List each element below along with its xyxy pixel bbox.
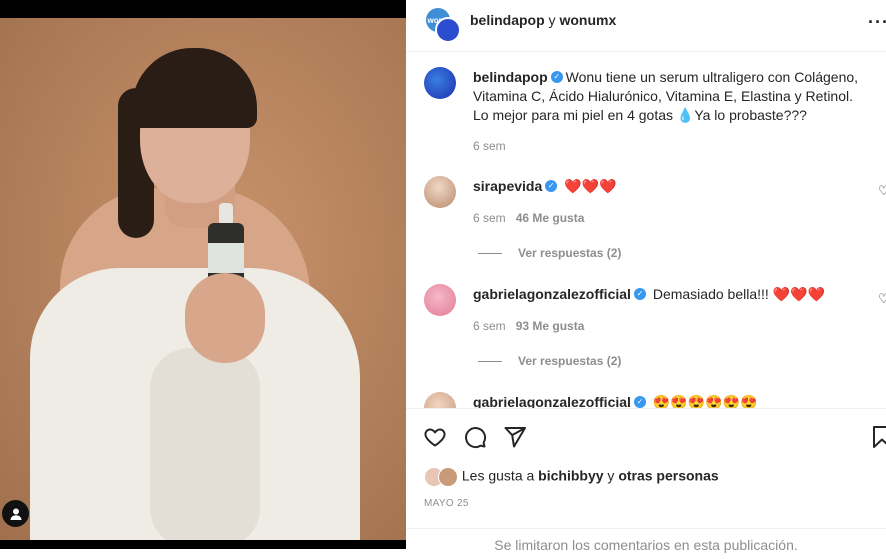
comments-limited-notice: Se limitaron los comentarios en esta pub… (406, 528, 886, 559)
comment-icon[interactable] (463, 425, 487, 449)
post-actions: Les gusta a bichibbyy y otras personas M… (406, 408, 886, 553)
comment-text: ❤️❤️❤️ (564, 178, 617, 194)
more-options-icon[interactable]: ··· (868, 12, 886, 33)
comment-text: Demasiado bella!!! ❤️❤️❤️ (652, 286, 825, 302)
comment-username[interactable]: gabrielagonzalezofficial (473, 394, 631, 408)
share-icon[interactable] (503, 425, 527, 449)
verified-icon: ✓ (550, 71, 563, 84)
like-heart-icon[interactable] (423, 425, 447, 449)
view-replies-button[interactable]: Ver respuestas (2) (478, 354, 621, 368)
comment-username[interactable]: gabrielagonzalezofficial (473, 286, 631, 302)
comment-text: 😍😍😍😍😍😍 (652, 394, 758, 408)
comment-avatar[interactable] (424, 284, 456, 316)
comment-time: 6 sem (473, 319, 506, 333)
header-avatar[interactable]: wonu (424, 6, 461, 43)
liker-avatar (438, 467, 458, 487)
likes-summary: Les gusta a bichibbyy y otras personas (424, 467, 719, 487)
comment-avatar[interactable] (424, 176, 456, 208)
header-connector: y (544, 12, 560, 28)
comment-avatar[interactable] (424, 392, 456, 408)
comment-likes[interactable]: 46 Me gusta (516, 211, 585, 225)
post-header: wonu belindapop y wonumx ··· (406, 0, 886, 52)
user-avatar (435, 17, 461, 43)
other-likers-link[interactable]: otras personas (618, 468, 718, 484)
caption-time: 6 sem (473, 139, 506, 153)
verified-icon: ✓ (633, 396, 646, 408)
like-comment-icon[interactable]: ♡ (878, 291, 886, 307)
view-replies-button[interactable]: Ver respuestas (2) (478, 246, 621, 260)
like-comment-icon[interactable]: ♡ (878, 183, 886, 199)
post-photo[interactable] (0, 18, 406, 540)
liker-username[interactable]: bichibbyy (538, 468, 603, 484)
comment-likes[interactable]: 93 Me gusta (516, 319, 585, 333)
caption-avatar[interactable] (424, 67, 456, 99)
post-media (0, 0, 406, 549)
comments-list[interactable]: belindapop ✓ Wonu tiene un serum ultralige… (406, 52, 886, 408)
post-panel: wonu belindapop y wonumx ··· belindapop✓… (406, 0, 886, 553)
header-title: belindapop y wonumx (470, 12, 616, 28)
comment-time: 6 sem (473, 211, 506, 225)
comment-username[interactable]: sirapevida (473, 178, 542, 194)
verified-icon: ✓ (633, 288, 646, 301)
post-date: MAYO 25 (424, 498, 469, 509)
header-username-2[interactable]: wonumx (559, 12, 616, 28)
caption-username[interactable]: belindapop (473, 69, 548, 85)
bookmark-icon[interactable] (870, 425, 886, 449)
tagged-user-icon[interactable] (2, 500, 29, 527)
verified-icon: ✓ (545, 180, 558, 193)
header-username-1[interactable]: belindapop (470, 12, 545, 28)
